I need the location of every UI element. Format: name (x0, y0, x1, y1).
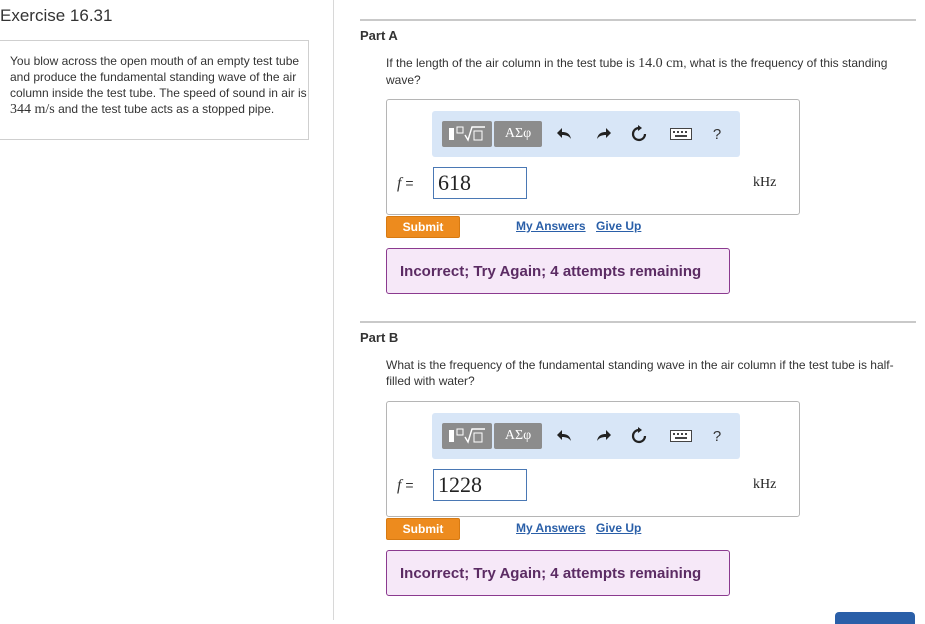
variable-symbol: f (397, 175, 402, 192)
help-icon[interactable]: ? (706, 122, 728, 146)
answer-box: ΑΣφ ? f = 618 kHz (386, 99, 800, 215)
my-answers-link[interactable]: My Answers (516, 219, 586, 233)
variable-label: f = (397, 175, 414, 193)
answer-box: ΑΣφ ? f = 1228 kHz (386, 401, 800, 517)
answer-input[interactable]: 618 (433, 167, 527, 199)
submit-button[interactable]: Submit (386, 216, 460, 238)
feedback-message: Incorrect; Try Again; 4 attempts remaini… (386, 550, 730, 596)
column-divider (333, 0, 334, 620)
problem-text-2: and the test tube acts as a stopped pipe… (54, 102, 275, 116)
my-answers-link[interactable]: My Answers (516, 521, 586, 535)
problem-text-1: You blow across the open mouth of an emp… (10, 54, 307, 100)
give-up-link[interactable]: Give Up (596, 219, 641, 233)
speed-value: 344 m/s (10, 102, 55, 117)
unit-label: kHz (753, 477, 777, 492)
templates-icon[interactable] (442, 423, 492, 449)
exercise-title: Exercise 16.31 (0, 6, 113, 25)
unit-label: kHz (753, 175, 777, 190)
greek-symbols-icon[interactable]: ΑΣφ (494, 423, 542, 449)
keyboard-icon[interactable] (668, 424, 694, 448)
question-text: If the length of the air column in the t… (386, 56, 639, 70)
feedback-message: Incorrect; Try Again; 4 attempts remaini… (386, 248, 730, 294)
variable-symbol: f (397, 477, 402, 494)
part-a-question: If the length of the air column in the t… (386, 55, 916, 88)
undo-icon[interactable] (554, 122, 576, 146)
math-toolbar: ΑΣφ ? (432, 413, 740, 459)
reset-icon[interactable] (628, 122, 650, 146)
variable-label: f = (397, 477, 414, 495)
submit-button[interactable]: Submit (386, 518, 460, 540)
problem-statement: You blow across the open mouth of an emp… (0, 40, 309, 140)
part-divider (360, 321, 916, 323)
part-a-title: Part A (360, 28, 398, 43)
part-b-question: What is the frequency of the fundamental… (386, 358, 894, 388)
length-value: 14.0 cm (638, 56, 684, 71)
part-b-title: Part B (360, 330, 399, 345)
answer-input[interactable]: 1228 (433, 469, 527, 501)
equals-sign: = (405, 477, 414, 493)
undo-icon[interactable] (554, 424, 576, 448)
part-divider (360, 19, 916, 21)
continue-button[interactable] (835, 612, 915, 624)
give-up-link[interactable]: Give Up (596, 521, 641, 535)
math-toolbar: ΑΣφ ? (432, 111, 740, 157)
help-icon[interactable]: ? (706, 424, 728, 448)
redo-icon[interactable] (592, 424, 614, 448)
equals-sign: = (405, 175, 414, 191)
templates-icon[interactable] (442, 121, 492, 147)
reset-icon[interactable] (628, 424, 650, 448)
redo-icon[interactable] (592, 122, 614, 146)
greek-symbols-icon[interactable]: ΑΣφ (494, 121, 542, 147)
keyboard-icon[interactable] (668, 122, 694, 146)
